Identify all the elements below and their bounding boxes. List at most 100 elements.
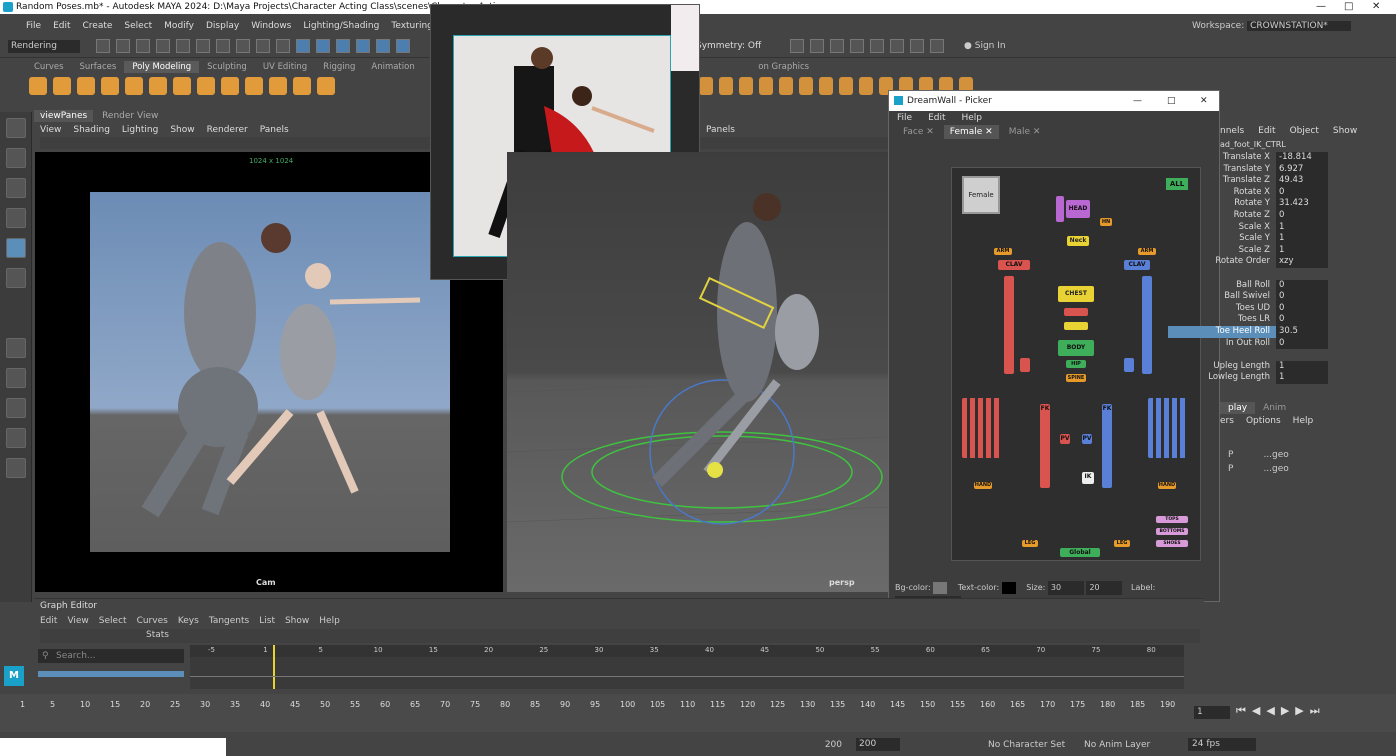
channel-row[interactable]: Translate Y 6.927: [1168, 163, 1396, 176]
channel-value[interactable]: 6.927: [1276, 163, 1328, 176]
fk-arm-right[interactable]: [1142, 276, 1152, 374]
channel-value[interactable]: 1: [1276, 221, 1328, 234]
menu-modify[interactable]: Modify: [164, 21, 194, 31]
fk-leg-left[interactable]: FK: [1040, 404, 1050, 488]
graph-menu-keys[interactable]: Keys: [178, 616, 199, 626]
close-tab-icon[interactable]: ✕: [1030, 127, 1041, 137]
rotate-tool-icon[interactable]: [5, 238, 26, 258]
outliner-icon[interactable]: [5, 428, 26, 448]
head-control[interactable]: [1056, 196, 1064, 222]
picker-menu-help[interactable]: Help: [962, 113, 983, 123]
render-tool-icon[interactable]: [810, 39, 824, 53]
persp-panels-menu[interactable]: Panels: [706, 125, 735, 135]
scale-tool-icon[interactable]: [5, 268, 26, 288]
channel-row[interactable]: [1168, 349, 1396, 361]
status-tool-icon[interactable]: [276, 39, 290, 53]
layout-two-icon[interactable]: [5, 398, 26, 418]
status-tool-icon[interactable]: [156, 39, 170, 53]
helix-icon[interactable]: [245, 77, 263, 95]
spine-mid-button[interactable]: [1064, 322, 1088, 330]
status-tool-icon[interactable]: [176, 39, 190, 53]
graph-menu-select[interactable]: Select: [99, 616, 127, 626]
time-slider[interactable]: 1 5 10 15 20 25 30 35 40 45 50 55 60 65 70 75 80 85 90 95 10…: [0, 694, 1396, 732]
menu-create[interactable]: Create: [83, 21, 113, 31]
status-tool-icon[interactable]: [136, 39, 150, 53]
leg-right-label[interactable]: LEG: [1114, 540, 1130, 547]
channel-row[interactable]: Scale Y 1: [1168, 233, 1396, 245]
channel-value[interactable]: xzy: [1276, 256, 1328, 268]
body-button[interactable]: BODY: [1058, 340, 1094, 356]
status-tool-icon[interactable]: [296, 39, 310, 53]
status-tool-icon[interactable]: [196, 39, 210, 53]
range-end-field[interactable]: 200: [812, 740, 842, 750]
layer-tab-play[interactable]: play: [1220, 402, 1256, 414]
channel-row[interactable]: Lowleg Length 1: [1168, 372, 1396, 384]
menu-file[interactable]: File: [26, 21, 41, 31]
pv-leg-right[interactable]: PV: [1082, 434, 1092, 444]
smooth-icon[interactable]: [779, 77, 793, 95]
disc-icon[interactable]: [173, 77, 191, 95]
status-tool-icon[interactable]: [316, 39, 330, 53]
menu-texturing[interactable]: Texturing: [391, 21, 433, 31]
tops-button[interactable]: TOPS: [1156, 516, 1188, 523]
graph-menu-edit[interactable]: Edit: [40, 616, 57, 626]
shelf-tab-uv-editing[interactable]: UV Editing: [255, 61, 315, 73]
picker-minimize-icon[interactable]: —: [1133, 91, 1142, 111]
bridge-icon[interactable]: [819, 77, 833, 95]
chest-button[interactable]: CHEST: [1058, 286, 1094, 302]
graph-selected-curve[interactable]: [38, 671, 184, 677]
shelf-tab-rigging[interactable]: Rigging: [315, 61, 363, 73]
channel-row[interactable]: Rotate Y 31.423: [1168, 198, 1396, 210]
fill-hole-icon[interactable]: [859, 77, 873, 95]
fps-dropdown[interactable]: 24 fps: [1188, 738, 1256, 751]
sign-in-button[interactable]: ● Sign In: [964, 40, 1052, 53]
layer-row[interactable]: P ...geo: [1220, 448, 1396, 462]
boolean-icon[interactable]: [759, 77, 773, 95]
channel-row[interactable]: [1168, 268, 1396, 280]
mode-dropdown[interactable]: Rendering: [8, 40, 80, 53]
channel-row[interactable]: Rotate Z 0: [1168, 209, 1396, 222]
workspace-dropdown[interactable]: CROWNSTATION*: [1247, 21, 1352, 31]
layout-four-icon[interactable]: [5, 368, 26, 388]
paint-tool-icon[interactable]: [5, 178, 26, 198]
channel-value[interactable]: 1: [1276, 360, 1328, 373]
ik-arm-left[interactable]: [1020, 358, 1030, 372]
render-tool-icon[interactable]: [930, 39, 944, 53]
bottoms-button[interactable]: BOTTOMS: [1156, 528, 1188, 535]
status-tool-icon[interactable]: [236, 39, 250, 53]
hand-left-fingers[interactable]: [962, 398, 1002, 458]
arm-right-label[interactable]: ARM: [1138, 248, 1156, 255]
viewport-menu-lighting[interactable]: Lighting: [122, 125, 158, 135]
channel-row[interactable]: Upleg Length 1: [1168, 360, 1396, 373]
channel-value[interactable]: -18.814: [1276, 152, 1328, 164]
status-tool-icon[interactable]: [96, 39, 110, 53]
menu-select[interactable]: Select: [124, 21, 152, 31]
graph-menu-tangents[interactable]: Tangents: [209, 616, 249, 626]
channel-row[interactable]: Rotate X 0: [1168, 186, 1396, 199]
viewport-menu-shading[interactable]: Shading: [73, 125, 110, 135]
picker-menu-edit[interactable]: Edit: [928, 113, 945, 123]
channel-menu-show[interactable]: Show: [1333, 126, 1357, 136]
render-tool-icon[interactable]: [910, 39, 924, 53]
layout-single-icon[interactable]: [5, 338, 26, 358]
hn-button[interactable]: HN: [1100, 218, 1112, 226]
layer-row[interactable]: P ...geo: [1220, 462, 1396, 476]
shelf-tab-sculpting[interactable]: Sculpting: [199, 61, 255, 73]
plane-icon[interactable]: [149, 77, 167, 95]
layer-menu-ers[interactable]: ers: [1220, 416, 1234, 426]
clav-right-button[interactable]: CLAV: [1124, 260, 1150, 270]
extrude-icon[interactable]: [839, 77, 853, 95]
channel-value[interactable]: 30.5: [1276, 325, 1328, 338]
textcolor-swatch[interactable]: [1001, 581, 1016, 594]
channel-menu-nnels[interactable]: nnels: [1220, 126, 1244, 136]
cube-icon[interactable]: [53, 77, 71, 95]
status-tool-icon[interactable]: [216, 39, 230, 53]
close-tab-icon[interactable]: ✕: [923, 127, 934, 137]
channel-value[interactable]: 0: [1276, 279, 1328, 292]
channel-value[interactable]: 1: [1276, 372, 1328, 384]
outliner-search[interactable]: ⚲ Search...: [38, 649, 184, 663]
range-end-field-2[interactable]: 200: [856, 738, 900, 751]
channel-value[interactable]: 0: [1276, 209, 1328, 222]
status-tool-icon[interactable]: [396, 39, 410, 53]
render-tool-icon[interactable]: [830, 39, 844, 53]
